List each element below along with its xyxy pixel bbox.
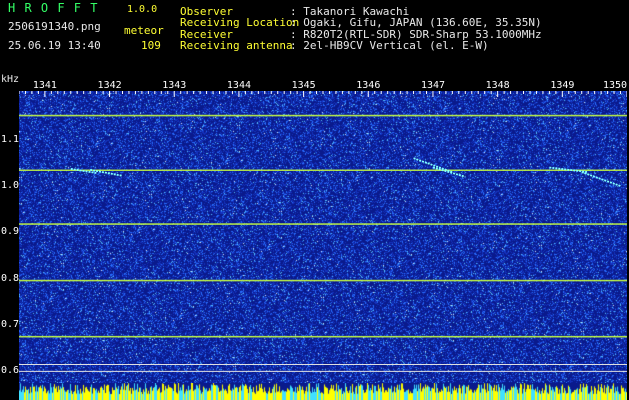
y-tick-label: 0.9 [0, 226, 19, 238]
app-version: 1.0.0 [127, 4, 158, 15]
antenna-label: Receiving antenna [180, 39, 293, 52]
y-axis-label: kHz [1, 74, 20, 85]
y-tick-label: 1.0 [0, 180, 19, 192]
hrofft-screen: { "app": { "title": "H R O F F T", "vers… [0, 0, 629, 400]
meteor-echo [581, 171, 621, 187]
y-tick-label: 0.7 [0, 319, 19, 331]
spectrogram-marks [19, 91, 627, 372]
date-time: 25.06.19 13:40 [8, 39, 101, 52]
echo-count: 109 [141, 39, 161, 52]
mode-label: meteor [124, 24, 164, 37]
file-name: 2506191340.png [8, 20, 101, 33]
signal-strength-bar [19, 383, 627, 400]
y-tick-label: 0.6 [0, 365, 19, 377]
y-tick-label: 0.8 [0, 272, 19, 284]
app-title: H R O F F T [8, 1, 99, 15]
signal-strength-canvas [19, 383, 627, 400]
antenna-value: : 2el-HB9CV Vertical (el. E-W) [290, 39, 489, 52]
meteor-echo [432, 166, 466, 178]
spectrogram [19, 91, 627, 383]
y-tick-label: 1.1 [0, 133, 19, 145]
